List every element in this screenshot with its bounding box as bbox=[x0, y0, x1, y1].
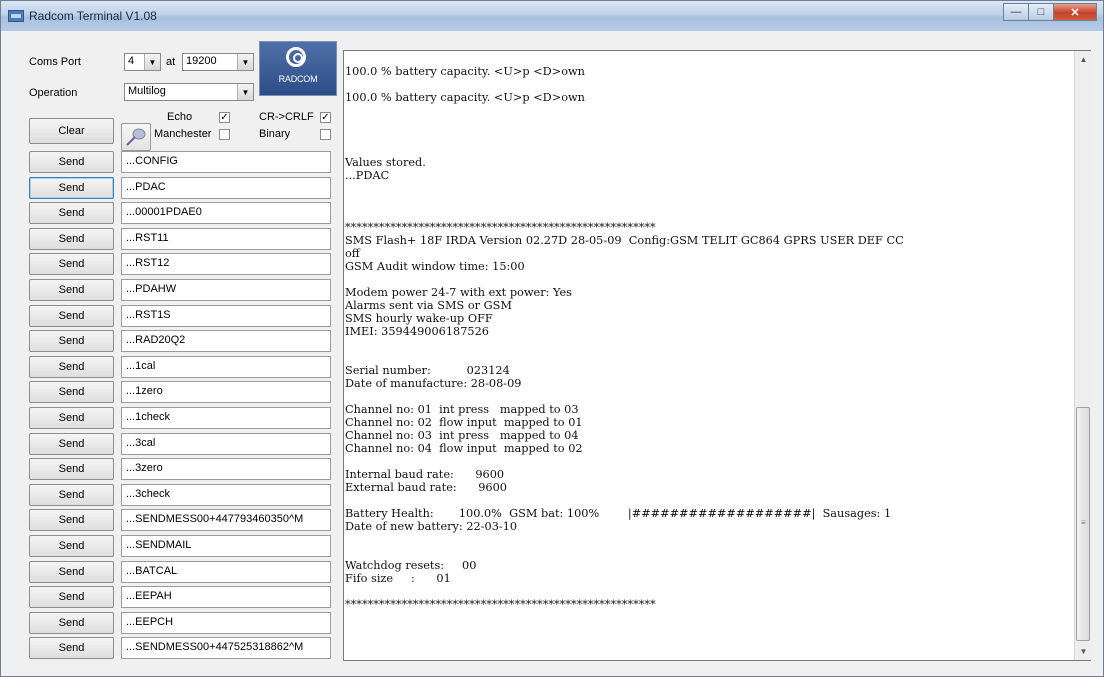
send-button[interactable]: Send bbox=[29, 637, 114, 659]
operation-select[interactable]: Multilog ▼ bbox=[124, 83, 254, 101]
send-button[interactable]: Send bbox=[29, 509, 114, 531]
terminal-scrollbar[interactable]: ▲ ≡ ▼ bbox=[1074, 51, 1092, 660]
command-field[interactable]: ...BATCAL bbox=[121, 561, 331, 583]
command-field[interactable]: ...3zero bbox=[121, 458, 331, 480]
baud-rate-value: 19200 bbox=[186, 55, 217, 67]
send-button[interactable]: Send bbox=[29, 407, 114, 429]
command-field[interactable]: ...PDAHW bbox=[121, 279, 331, 301]
command-field[interactable]: ...00001PDAE0 bbox=[121, 202, 331, 224]
send-button[interactable]: Send bbox=[29, 228, 114, 250]
send-button[interactable]: Send bbox=[29, 561, 114, 583]
manchester-label: Manchester bbox=[154, 128, 212, 140]
send-button[interactable]: Send bbox=[29, 484, 114, 506]
clear-button[interactable]: Clear bbox=[29, 118, 114, 144]
send-button[interactable]: Send bbox=[29, 356, 114, 378]
echo-label: Echo bbox=[167, 111, 193, 123]
command-field[interactable]: ...PDAC bbox=[121, 177, 331, 199]
command-field[interactable]: ...SENDMESS00+447793460350^M bbox=[121, 509, 331, 531]
send-button[interactable]: Send bbox=[29, 586, 114, 608]
binary-label: Binary bbox=[259, 128, 291, 140]
send-button[interactable]: Send bbox=[29, 151, 114, 173]
radcom-logo: RADCOM bbox=[259, 41, 337, 96]
radcom-terminal-window: Radcom Terminal V1.08 — □ ✕ Coms Port 4 … bbox=[0, 0, 1104, 677]
maximize-button[interactable]: □ bbox=[1028, 3, 1054, 21]
probe-icon bbox=[126, 128, 146, 146]
send-button[interactable]: Send bbox=[29, 381, 114, 403]
minimize-icon: — bbox=[1010, 6, 1022, 18]
minimize-button[interactable]: — bbox=[1003, 3, 1029, 21]
send-button[interactable]: Send bbox=[29, 279, 114, 301]
control-panel: Coms Port 4 ▼ at 19200 ▼ Operation Multi… bbox=[1, 32, 343, 664]
crlf-label: CR->CRLF bbox=[259, 111, 314, 123]
crlf-checkbox[interactable]: ✓ bbox=[320, 112, 331, 123]
coms-port-label: Coms Port bbox=[29, 56, 81, 68]
command-field[interactable]: ...SENDMESS00+447525318862^M bbox=[121, 637, 331, 659]
send-button[interactable]: Send bbox=[29, 305, 114, 327]
at-label: at bbox=[166, 56, 176, 68]
operation-label: Operation bbox=[29, 87, 78, 99]
close-icon: ✕ bbox=[1070, 6, 1080, 19]
maximize-icon: □ bbox=[1037, 6, 1045, 18]
terminal-text: 100.0 % battery capacity. <U>p <D>own 10… bbox=[345, 65, 904, 611]
send-button[interactable]: Send bbox=[29, 177, 114, 199]
send-button[interactable]: Send bbox=[29, 330, 114, 352]
send-button[interactable]: Send bbox=[29, 202, 114, 224]
command-field[interactable]: ...EEPAH bbox=[121, 586, 331, 608]
close-button[interactable]: ✕ bbox=[1053, 3, 1097, 21]
radcom-logo-text: RADCOM bbox=[278, 74, 318, 84]
baud-rate-select[interactable]: 19200 ▼ bbox=[182, 53, 254, 71]
chevron-down-icon: ▼ bbox=[237, 84, 253, 100]
window-controls: — □ ✕ bbox=[1003, 3, 1097, 22]
send-button[interactable]: Send bbox=[29, 535, 114, 557]
send-button[interactable]: Send bbox=[29, 458, 114, 480]
scroll-down-icon[interactable]: ▼ bbox=[1075, 643, 1092, 660]
title-bar[interactable]: Radcom Terminal V1.08 — □ ✕ bbox=[1, 1, 1103, 31]
command-field[interactable]: ...EEPCH bbox=[121, 612, 331, 634]
coms-port-select[interactable]: 4 ▼ bbox=[124, 53, 161, 71]
coms-port-value: 4 bbox=[128, 55, 135, 67]
command-field[interactable]: ...CONFIG bbox=[121, 151, 331, 173]
command-field[interactable]: ...RST1S bbox=[121, 305, 331, 327]
command-field[interactable]: ...SENDMAIL bbox=[121, 535, 331, 557]
command-field[interactable]: ...RAD20Q2 bbox=[121, 330, 331, 352]
app-icon bbox=[8, 10, 24, 22]
command-field[interactable]: ...3check bbox=[121, 484, 331, 506]
operation-value: Multilog bbox=[128, 85, 166, 97]
grip-icon: ≡ bbox=[1081, 518, 1086, 527]
command-field[interactable]: ...RST11 bbox=[121, 228, 331, 250]
send-button[interactable]: Send bbox=[29, 612, 114, 634]
send-button[interactable]: Send bbox=[29, 433, 114, 455]
manchester-checkbox[interactable] bbox=[219, 129, 230, 140]
chevron-down-icon: ▼ bbox=[237, 54, 253, 70]
command-field[interactable]: ...1zero bbox=[121, 381, 331, 403]
command-field[interactable]: ...1cal bbox=[121, 356, 331, 378]
radcom-logo-mark bbox=[286, 47, 306, 67]
scroll-up-icon[interactable]: ▲ bbox=[1075, 51, 1092, 68]
binary-checkbox[interactable] bbox=[320, 129, 331, 140]
command-field[interactable]: ...1check bbox=[121, 407, 331, 429]
terminal-output[interactable]: 100.0 % battery capacity. <U>p <D>own 10… bbox=[343, 50, 1091, 661]
command-field[interactable]: ...3cal bbox=[121, 433, 331, 455]
window-title: Radcom Terminal V1.08 bbox=[29, 9, 157, 23]
probe-button[interactable] bbox=[121, 123, 151, 151]
scrollbar-thumb[interactable]: ≡ bbox=[1076, 407, 1090, 641]
chevron-down-icon: ▼ bbox=[144, 54, 160, 70]
send-button[interactable]: Send bbox=[29, 253, 114, 275]
echo-checkbox[interactable]: ✓ bbox=[219, 112, 230, 123]
command-field[interactable]: ...RST12 bbox=[121, 253, 331, 275]
